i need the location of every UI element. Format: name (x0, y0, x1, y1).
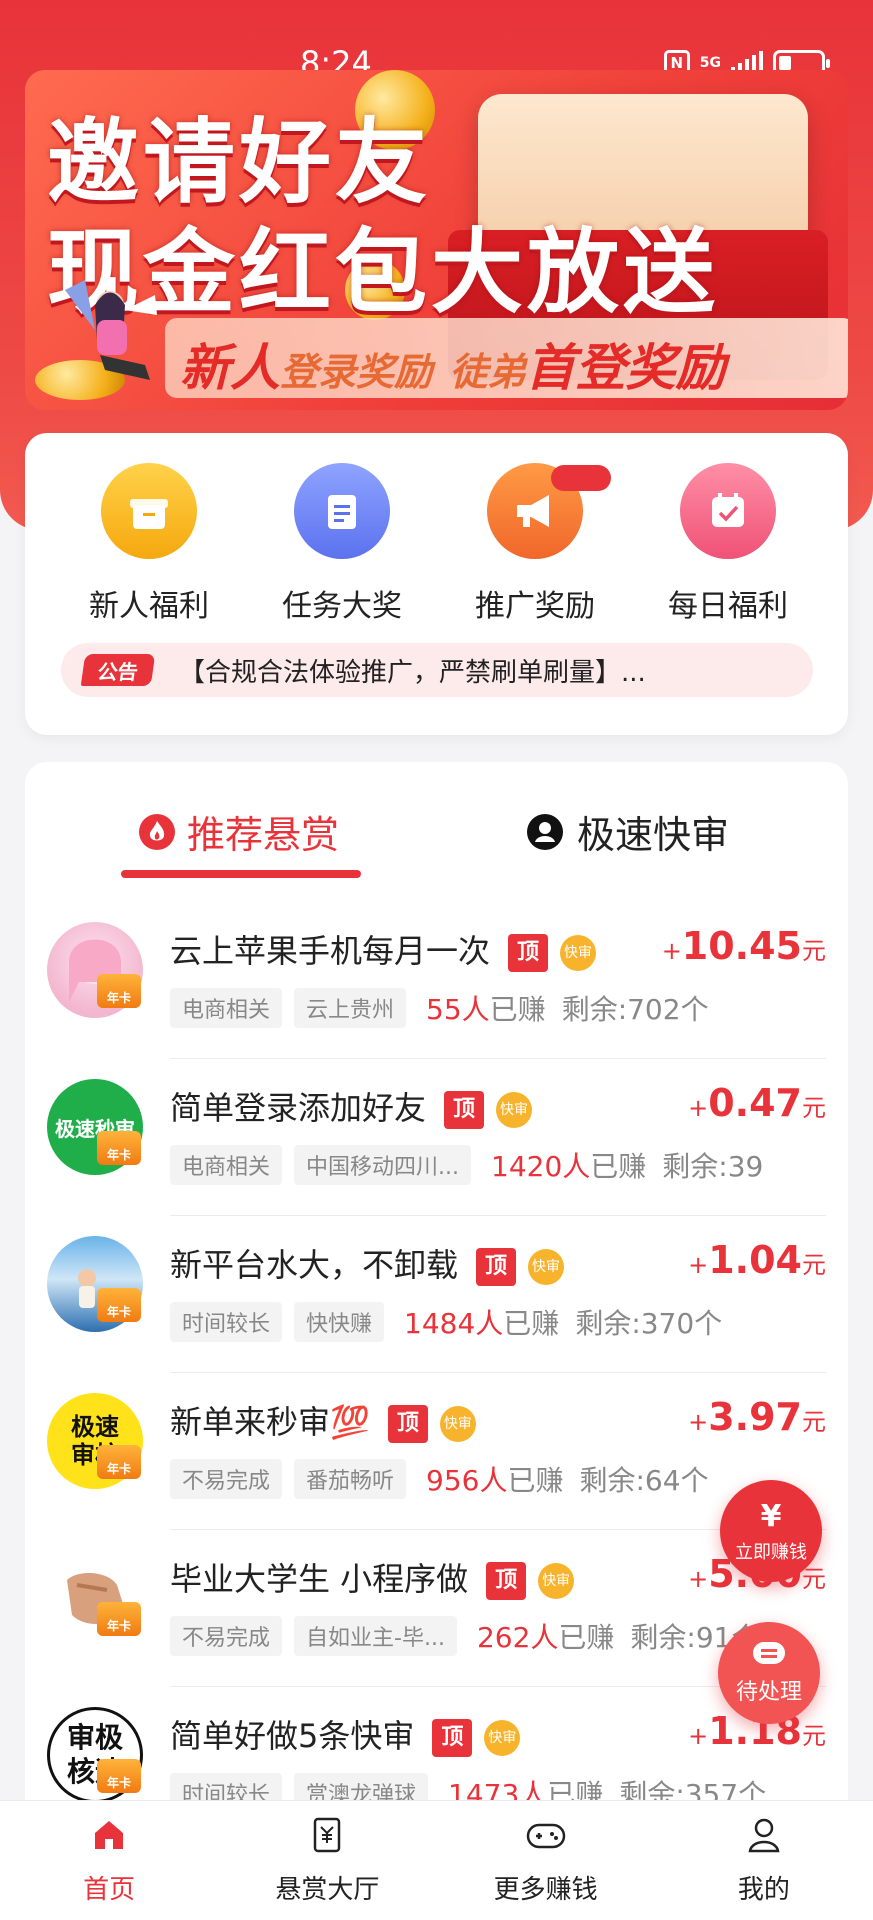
remaining-count: 剩余:702个 (561, 993, 709, 1026)
pinned-tag: 顶 (432, 1719, 473, 1757)
task-row[interactable]: 极速审核 年卡 新单来秒审💯 顶快审 +3.97元 不易完成 番茄畅听 956人已… (25, 1373, 848, 1530)
category-tag: 电商相关 (170, 1145, 283, 1185)
home-icon (87, 1813, 131, 1857)
fire-icon (139, 813, 175, 850)
girl-megaphone-illustration (65, 280, 157, 380)
tab-fast-review[interactable]: 极速快审 (525, 804, 729, 859)
nav-more-earning[interactable]: 更多赚钱 (437, 1801, 655, 1920)
invite-banner[interactable]: 邀请好友 现金红包大放送 新人登录奖励 徒弟首登奖励 (25, 70, 848, 410)
task-list-card: 推荐悬赏 极速快审 年卡 云上苹果手机每月一次顶快审 +10.45元 电商相关 … (25, 762, 848, 1920)
remaining-count: 剩余:39 (662, 1150, 764, 1183)
earned-count: 1420人 (491, 1150, 591, 1183)
remaining-count: 剩余:370个 (575, 1307, 723, 1340)
annual-card-badge: 年卡 (97, 974, 141, 1008)
earn-now-button[interactable]: ¥ 立即赚钱 (720, 1480, 822, 1582)
remaining-count: 剩余:64个 (579, 1464, 709, 1497)
pinned-tag: 顶 (486, 1562, 527, 1600)
task-reward: +3.97元 (688, 1395, 826, 1439)
nav-reward-hall[interactable]: 悬赏大厅 (218, 1801, 436, 1920)
task-row[interactable]: 极速秒审 年卡 简单登录添加好友顶快审 +0.47元 电商相关 中国移动四川..… (25, 1059, 848, 1216)
chat-bubble-icon (753, 1642, 785, 1664)
task-title: 简单登录添加好友顶快审 (170, 1083, 533, 1129)
nav-mine[interactable]: 我的 (655, 1801, 873, 1920)
banner-subtitle: 新人登录奖励 徒弟首登奖励 (180, 339, 726, 397)
earned-count: 1484人 (404, 1307, 504, 1340)
task-title: 云上苹果手机每月一次顶快审 (170, 926, 597, 972)
pending-button[interactable]: 待处理 (718, 1622, 820, 1724)
task-row[interactable]: 年卡 新平台水大，不卸载顶快审 +1.04元 时间较长 快快赚 1484人 已赚 … (25, 1216, 848, 1373)
bottom-nav: 首页 悬赏大厅 更多赚钱 我的 (0, 1800, 873, 1920)
category-tag: 时间较长 (170, 1302, 283, 1342)
promotion-badge (551, 465, 611, 491)
task-reward: +10.45元 (661, 924, 826, 968)
annual-card-badge: 年卡 (97, 1759, 141, 1793)
user-icon (742, 1813, 786, 1857)
task-title: 毕业大学生 小程序做顶快审 (170, 1554, 575, 1600)
merchant-tag: 自如业主-毕... (294, 1616, 457, 1656)
annual-card-badge: 年卡 (97, 1445, 141, 1479)
category-tag: 不易完成 (170, 1459, 283, 1499)
merchant-tag: 云上贵州 (294, 988, 407, 1028)
user-badge-icon (527, 813, 563, 850)
reward-hall-icon (305, 1813, 349, 1857)
announcement-tag: 公告 (80, 654, 156, 686)
fast-review-tag: 快审 (484, 1720, 521, 1756)
earned-count: 956人 (426, 1464, 508, 1497)
category-tag: 电商相关 (170, 988, 283, 1028)
fast-review-tag: 快审 (528, 1249, 565, 1285)
annual-card-badge: 年卡 (97, 1131, 141, 1165)
task-reward: +0.47元 (688, 1081, 826, 1125)
tab-active-indicator (121, 870, 361, 878)
task-title: 新单来秒审💯 顶快审 (170, 1397, 476, 1443)
fast-review-tag: 快审 (439, 1406, 476, 1442)
fast-review-tag: 快审 (496, 1092, 533, 1128)
task-row[interactable]: 年卡 云上苹果手机每月一次顶快审 +10.45元 电商相关 云上贵州 55人 已赚… (25, 902, 848, 1059)
menu-item-newbie-welfare[interactable]: 新人福利 (69, 463, 229, 625)
gift-box-icon (101, 463, 197, 559)
yuan-icon: ¥ (760, 1498, 782, 1534)
menu-item-task-prize[interactable]: 任务大奖 (262, 463, 422, 625)
quick-menu-card: 新人福利 任务大奖 推广奖励 每日福利 公告 【合规合法体验推广，严禁刷单刷量】… (25, 433, 848, 735)
menu-item-daily-welfare[interactable]: 每日福利 (648, 463, 808, 625)
merchant-tag: 番茄畅听 (294, 1459, 407, 1499)
annual-card-badge: 年卡 (97, 1288, 141, 1322)
pinned-tag: 顶 (444, 1091, 485, 1129)
annual-card-badge: 年卡 (97, 1602, 141, 1636)
menu-item-promotion-reward[interactable]: 推广奖励 (455, 463, 615, 625)
network-type: 5G (699, 55, 721, 71)
pinned-tag: 顶 (387, 1405, 428, 1443)
merchant-tag: 中国移动四川... (294, 1145, 471, 1185)
task-title: 新平台水大，不卸载顶快审 (170, 1240, 565, 1286)
merchant-tag: 快快赚 (294, 1302, 385, 1342)
calendar-check-icon (680, 463, 776, 559)
clipboard-icon (294, 463, 390, 559)
category-tag: 不易完成 (170, 1616, 283, 1656)
pinned-tag: 顶 (476, 1248, 517, 1286)
gamepad-icon (524, 1813, 568, 1857)
earned-count: 55人 (426, 993, 490, 1026)
task-reward: +1.04元 (688, 1238, 826, 1282)
tab-recommended[interactable]: 推荐悬赏 (137, 804, 339, 859)
pinned-tag: 顶 (508, 934, 549, 972)
announcement-text: 【合规合法体验推广，严禁刷单刷量】... (179, 657, 646, 688)
task-title: 简单好做5条快审顶快审 (170, 1711, 521, 1757)
fast-review-tag: 快审 (560, 935, 597, 971)
nav-home[interactable]: 首页 (0, 1801, 218, 1920)
earned-count: 262人 (476, 1621, 559, 1654)
announcement-bar[interactable]: 公告 【合规合法体验推广，严禁刷单刷量】... (61, 643, 813, 697)
fast-review-tag: 快审 (538, 1563, 575, 1599)
